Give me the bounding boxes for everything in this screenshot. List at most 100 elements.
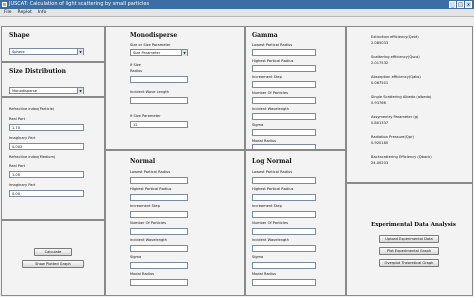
normal-field-label: Highest Partical Radius: [130, 187, 172, 191]
result-label: Extinction efficiency(Qext): [371, 35, 419, 39]
upload-experimental-button[interactable]: Upload Experimental Data: [379, 235, 439, 243]
gamma-sigma-input[interactable]: [252, 129, 316, 136]
normal-sigma-input[interactable]: [130, 262, 188, 269]
real-part-label: Real Part: [9, 117, 25, 121]
lognormal-field-label: Highest Partical Radius: [252, 187, 294, 191]
window-title: JUSCAT: Calculation of light scattering …: [9, 1, 150, 7]
lognormal-field-label: Modal Radius: [252, 272, 276, 276]
menu-replot[interactable]: Replot: [18, 9, 32, 16]
menu-info[interactable]: Info: [38, 9, 47, 16]
plot-experimental-button[interactable]: Plot Experimental Graph: [379, 247, 439, 255]
lognormal-sigma-input[interactable]: [252, 262, 316, 269]
refractive-index-panel: Refractive index(Particle) Real Part 1.7…: [1, 97, 105, 220]
actions-panel: Calculate Show Plotted Graph: [1, 220, 105, 296]
imaginary-part-input[interactable]: 0.002: [9, 143, 84, 150]
gamma-field-label: Modal Radius: [252, 139, 276, 143]
lognormal-wavelength-input[interactable]: [252, 245, 316, 252]
gamma-header: Gamma: [252, 32, 278, 39]
result-value: 0.920180: [371, 141, 389, 145]
gamma-field-label: Increament Step: [252, 75, 282, 79]
normal-modal-radius-input[interactable]: [130, 279, 188, 286]
gamma-field-label: Incident Wavelength: [252, 107, 289, 111]
lognormal-field-label: Sigma: [252, 255, 264, 259]
size-distribution-panel: Size Distribution Monodisperse ▼: [1, 62, 105, 97]
normal-num-particles-input[interactable]: [130, 228, 188, 235]
lognormal-field-label: Number Of Particles: [252, 221, 288, 225]
gamma-field-label: Number Of Particles: [252, 91, 288, 95]
lognormal-lowest-radius-input[interactable]: [252, 177, 316, 184]
show-plotted-graph-button[interactable]: Show Plotted Graph: [22, 260, 84, 268]
result-value: 0.93766: [371, 101, 386, 105]
wavelength-label: Incident Wave Length: [130, 90, 170, 94]
result-value: 0.067501: [371, 81, 389, 85]
result-label: Radiation Pressure(Qpr): [371, 135, 414, 139]
gamma-increment-step-input[interactable]: [252, 81, 316, 88]
result-label: Scattering efficiency(Qsca): [371, 55, 420, 59]
calculate-button[interactable]: Calculate: [34, 248, 72, 256]
size-param-input[interactable]: 12: [130, 121, 188, 128]
menu-file[interactable]: File: [4, 9, 12, 16]
normal-panel: Normal Lowest Partical Radius Highest Pa…: [105, 150, 245, 296]
result-label: Single Scattering Albedo (albedo): [371, 95, 432, 99]
normal-increment-step-input[interactable]: [130, 211, 188, 218]
gamma-lowest-radius-input[interactable]: [252, 49, 316, 56]
size-or-param-select[interactable]: Size Parameter ▼: [130, 49, 188, 56]
real-part-input[interactable]: 1.70: [9, 124, 84, 131]
lognormal-num-particles-input[interactable]: [252, 228, 316, 235]
lognormal-increment-step-input[interactable]: [252, 211, 316, 218]
size-dist-value: Monodisperse: [12, 89, 37, 93]
menu-bar: File Replot Info: [0, 9, 474, 17]
normal-wavelength-input[interactable]: [130, 245, 188, 252]
medium-imaginary-label: Imaginary Part: [9, 183, 36, 187]
lognormal-panel: Log Normal Lowest Partical Radius Highes…: [245, 150, 346, 296]
normal-field-label: Lowest Partical Radius: [130, 170, 171, 174]
results-panel: Extinction efficiency(Qext) 2.085033 Sca…: [346, 26, 473, 183]
shape-panel: Shape Sphere ▼: [1, 26, 105, 62]
monodisperse-panel: Monodisperse Size or Size Parameter Size…: [105, 26, 245, 150]
maximize-button[interactable]: □: [457, 1, 464, 8]
gamma-wavelength-input[interactable]: [252, 113, 316, 120]
gamma-field-label: Sigma: [252, 123, 264, 127]
normal-field-label: Number Of Particles: [130, 221, 166, 225]
monodisperse-header: Monodisperse: [130, 32, 178, 39]
shape-select[interactable]: Sphere ▼: [9, 48, 84, 55]
if-size-label: If Size: [130, 63, 141, 67]
lognormal-field-label: Increament Step: [252, 204, 282, 208]
close-button[interactable]: x: [465, 1, 472, 8]
shape-header: Shape: [9, 32, 30, 39]
radius-input[interactable]: [130, 76, 188, 83]
size-dist-select[interactable]: Monodisperse ▼: [9, 87, 84, 94]
medium-real-input[interactable]: 1.00: [9, 171, 84, 178]
overplot-theoretical-button[interactable]: Overplot Theoretical Graph: [379, 259, 439, 267]
radius-label: Radius: [130, 69, 143, 73]
gamma-num-particles-input[interactable]: [252, 97, 316, 104]
result-value: 0.801337: [371, 121, 389, 125]
wavelength-input[interactable]: [130, 97, 188, 104]
result-value: 2.085033: [371, 41, 389, 45]
gamma-field-label: Highest Partical Radius: [252, 59, 294, 63]
lognormal-field-label: Incident Wavelength: [252, 238, 289, 242]
normal-field-label: Increament Step: [130, 204, 160, 208]
ri-particle-label: Refractive index(Particle): [9, 107, 55, 111]
chevron-down-icon: ▼: [77, 88, 83, 94]
normal-lowest-radius-input[interactable]: [130, 177, 188, 184]
ri-medium-label: Refractive index(Medium): [9, 155, 56, 159]
gamma-field-label: Lowest Partical Radius: [252, 43, 293, 47]
imaginary-part-label: Imaginary Part: [9, 136, 36, 140]
normal-field-label: Sigma: [130, 255, 142, 259]
result-label: Backscattering Efficiency (Qback): [371, 155, 432, 159]
minimize-button[interactable]: _: [449, 1, 456, 8]
medium-imaginary-input[interactable]: 0.00: [9, 190, 84, 197]
gamma-highest-radius-input[interactable]: [252, 65, 316, 72]
normal-field-label: Incident Wavelength: [130, 238, 167, 242]
if-size-param-label: If Size Parameter: [130, 114, 161, 118]
size-or-param-label: Size or Size Parameter: [130, 43, 171, 47]
normal-header: Normal: [130, 158, 156, 165]
normal-highest-radius-input[interactable]: [130, 194, 188, 201]
lognormal-highest-radius-input[interactable]: [252, 194, 316, 201]
result-value: 24.00203: [371, 161, 389, 165]
lognormal-modal-radius-input[interactable]: [252, 279, 316, 286]
medium-real-label: Real Part: [9, 164, 25, 168]
chevron-down-icon: ▼: [77, 49, 83, 55]
result-label: Absorption efficiency(Qabs): [371, 75, 421, 79]
